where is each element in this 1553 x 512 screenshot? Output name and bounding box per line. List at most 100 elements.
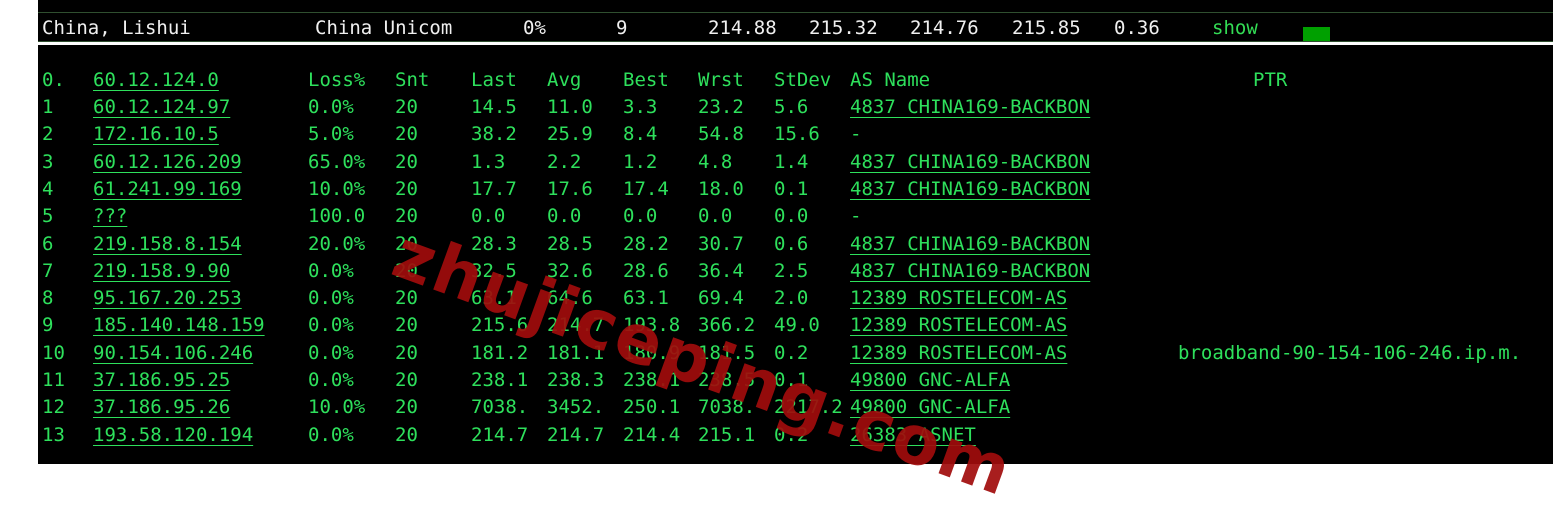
hop-host[interactable]: 90.154.106.246: [93, 340, 253, 367]
hop-loss: 0.0%: [308, 314, 354, 337]
hop-wrst: 23.2: [698, 96, 744, 118]
hop-hop: 8: [42, 287, 54, 310]
hop-last: 238.1: [471, 369, 529, 391]
hop-host[interactable]: 60.12.124.97: [93, 94, 230, 121]
table-row: 7 219.158.9.90 0.0% 20 32.5 32.6 28.6 36.4 2.5 48…: [38, 258, 1553, 285]
hop-best: 8.4: [623, 123, 658, 146]
hop-as[interactable]: 4837 CHINA169-BACKBON: [850, 94, 1090, 121]
header-snt: Snt: [395, 69, 430, 91]
hop-last: 1.3: [471, 150, 506, 173]
hop-loss: 0.0%: [308, 423, 354, 446]
hop-host[interactable]: 172.16.10.5: [93, 121, 219, 148]
hop-stdev: 2.5: [774, 259, 809, 282]
hop-last: 0.0: [471, 205, 506, 228]
hop-best: 28.2: [623, 232, 669, 255]
summary-last: 214.88: [708, 17, 777, 39]
show-link[interactable]: show: [1212, 17, 1258, 39]
hop-host[interactable]: 185.140.148.159: [93, 312, 265, 339]
hop-hop: 5: [42, 205, 54, 228]
hop-host[interactable]: 95.167.20.253: [93, 285, 242, 312]
table-row: 5??? 100.0 20 0.0 0.0 0.0 0.0 0.0-: [38, 203, 1553, 230]
hop-as[interactable]: 4837 CHINA169-BACKBON: [850, 149, 1090, 176]
hop-wrst: 0.0: [698, 205, 733, 228]
hop-avg: 25.9: [547, 123, 593, 146]
header-last: Last: [471, 69, 517, 91]
hop-loss: 0.0%: [308, 96, 354, 118]
hop-host[interactable]: 60.12.126.209: [93, 149, 242, 176]
hop-loss: 10.0%: [308, 396, 366, 419]
hop-hop: 11: [42, 369, 65, 391]
hop-wrst: 4.8: [698, 150, 733, 173]
hop-hop: 13: [42, 423, 65, 446]
hop-host[interactable]: 37.186.95.25: [93, 367, 230, 394]
table-row: 2 172.16.10.5 5.0% 20 38.2 25.9 8.4 54.8 15.6 -: [38, 121, 1553, 148]
hop-loss: 0.0%: [308, 259, 354, 282]
hop-as[interactable]: 12389 ROSTELECOM-AS: [850, 285, 1067, 312]
hop-as[interactable]: 12389 ROSTELECOM-AS: [850, 340, 1067, 367]
hop-wrst: 215.1: [698, 423, 756, 446]
hop-wrst: 36.4: [698, 259, 744, 282]
hop-snt: 20: [395, 423, 418, 446]
hop-snt: 20: [395, 341, 418, 364]
hop-snt: 20: [395, 314, 418, 337]
header-asname: AS Name: [850, 69, 931, 91]
hop-as[interactable]: 12389 ROSTELECOM-AS: [850, 312, 1067, 339]
hop-avg: 11.0: [547, 96, 593, 118]
hop-hop: 7: [42, 259, 54, 282]
hop-snt: 20: [395, 396, 418, 419]
hop-last: 7038.: [471, 396, 529, 419]
hop-hop: 4: [42, 177, 54, 200]
summary-isp: China Unicom: [315, 17, 453, 39]
previous-row-strip: [38, 0, 1553, 12]
hop-avg: 28.5: [547, 232, 593, 255]
hop-stdev: 1.4: [774, 150, 809, 173]
header-stdev: StDev: [774, 69, 832, 91]
hop-best: 214.4: [623, 423, 681, 446]
hop-snt: 20: [395, 177, 418, 200]
status-bar-icon: [1303, 27, 1330, 41]
hop-as: -: [850, 205, 862, 228]
hop-snt: 20: [395, 369, 418, 391]
hop-loss: 100.0: [308, 205, 366, 228]
table-row: 3 60.12.126.209 65.0% 20 1.3 2.2 1.2 4.8 1.4 4837…: [38, 149, 1553, 176]
hop-host[interactable]: 193.58.120.194: [93, 422, 253, 449]
table-row: 8 95.167.20.253 0.0% 20 63.1 64.6 63.1 69.4 2.0 1…: [38, 285, 1553, 312]
hop-avg: 17.6: [547, 177, 593, 200]
hop-stdev: 0.6: [774, 232, 809, 255]
hop-loss: 65.0%: [308, 150, 366, 173]
hop-hop: 10: [42, 341, 65, 364]
hop-as[interactable]: 4837 CHINA169-BACKBON: [850, 231, 1090, 258]
hop-last: 214.7: [471, 423, 529, 446]
hop-ptr: broadband-90-154-106-246.ip.m.: [1178, 341, 1522, 364]
table-row: 6 219.158.8.154 20.0% 20 28.3 28.5 28.2 30.7 0.6…: [38, 231, 1553, 258]
hop-best: 250.1: [623, 396, 681, 419]
hop-host[interactable]: ???: [93, 203, 127, 230]
hop-best: 3.3: [623, 96, 658, 118]
hop-host[interactable]: 61.241.99.169: [93, 176, 242, 203]
hop-wrst: 18.0: [698, 177, 744, 200]
summary-sent: 9: [616, 17, 628, 39]
hop-best: 1.2: [623, 150, 658, 173]
hop-wrst: 30.7: [698, 232, 744, 255]
hop-avg: 3452.: [547, 396, 605, 419]
header-ptr: PTR: [1253, 69, 1288, 91]
hop-as[interactable]: 4837 CHINA169-BACKBON: [850, 258, 1090, 285]
hop-hop: 12: [42, 396, 65, 419]
summary-worst: 215.85: [1012, 17, 1081, 39]
hop-host[interactable]: 37.186.95.26: [93, 394, 230, 421]
hop-best: 17.4: [623, 177, 669, 200]
hop-snt: 20: [395, 123, 418, 146]
table-row: 9 185.140.148.159 0.0% 20 215.6 214.7 193.8 366…: [38, 312, 1553, 339]
hop-as[interactable]: 4837 CHINA169-BACKBON: [850, 176, 1090, 203]
header-host[interactable]: 60.12.124.0: [93, 67, 219, 94]
hop-host[interactable]: 219.158.9.90: [93, 258, 230, 285]
hop-loss: 0.0%: [308, 369, 354, 391]
hop-stdev: 5.6: [774, 96, 809, 118]
hop-avg: 238.3: [547, 369, 605, 391]
hop-host[interactable]: 219.158.8.154: [93, 231, 242, 258]
header-loss: Loss%: [308, 69, 366, 91]
hop-hop: 6: [42, 232, 54, 255]
table-row: 4 61.241.99.169 10.0% 20 17.7 17.6 17.4 18.0 0.1…: [38, 176, 1553, 203]
hop-last: 14.5: [471, 96, 517, 118]
screenshot-frame: China, Lishui China Unicom 0% 9 214.88 2…: [0, 0, 1553, 512]
